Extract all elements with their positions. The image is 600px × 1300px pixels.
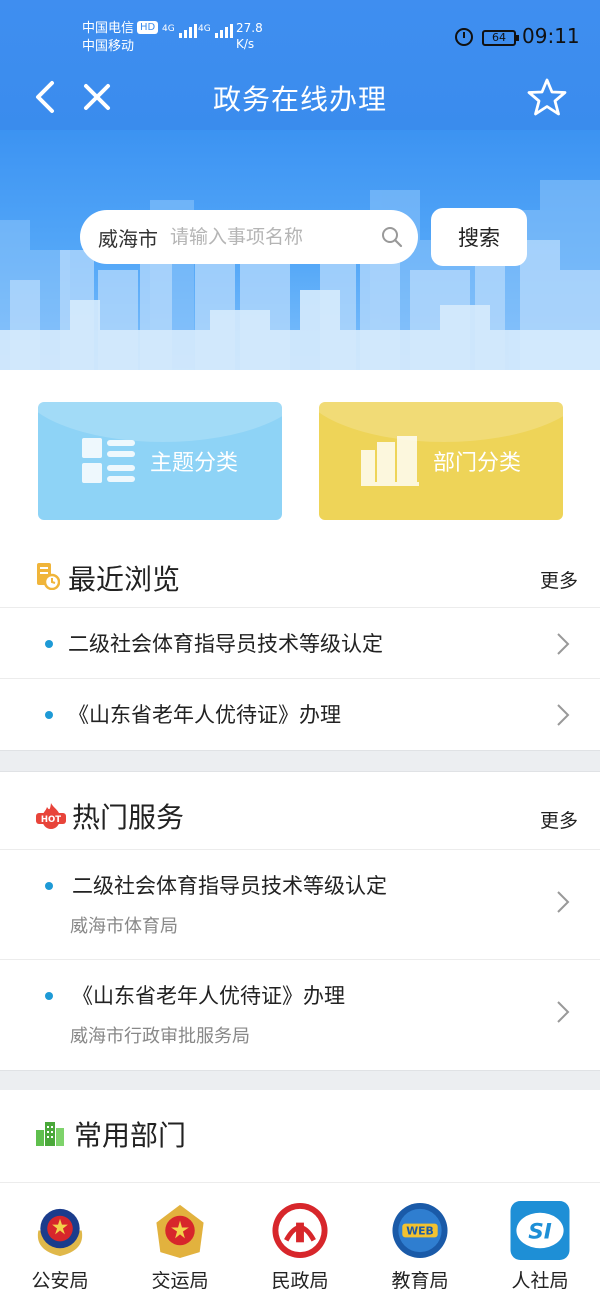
carrier-2: 中国移动 [82, 39, 135, 54]
dept-name: 交运局 [151, 1270, 209, 1292]
dept-social-security[interactable]: SI 人社局 [480, 1183, 600, 1293]
recent-item[interactable]: 二级社会体育指导员技术等级认定 [0, 608, 600, 679]
theme-category-card[interactable]: 主题分类 [38, 402, 282, 520]
theme-category-label: 主题分类 [149, 451, 238, 476]
hot-more-link[interactable]: 更多 [540, 806, 578, 833]
grid-list-icon [81, 438, 135, 483]
common-departments-section: 常用部门 公安局 交运局 民政局 WEB 教育局 SI 人社局 [0, 1090, 600, 1300]
category-cards: 主题分类 部门分类 [0, 370, 600, 546]
recent-section: 最近浏览 更多 二级社会体育指导员技术等级认定 《山东省老年人优待证》办理 [0, 546, 600, 750]
chevron-right-icon [557, 891, 570, 913]
search-banner: 威海市 搜索 [0, 130, 600, 370]
speed-value: 27.8 [236, 21, 263, 35]
hot-service-label: 二级社会体育指导员技术等级认定 [72, 874, 387, 898]
recent-header: 最近浏览 更多 [0, 546, 600, 608]
search-icon[interactable] [380, 225, 404, 249]
hot-header: HOT 热门服务 更多 [0, 772, 600, 850]
dept-name: 教育局 [391, 1270, 449, 1292]
dept-name: 人社局 [511, 1270, 569, 1292]
depts-title: 常用部门 [74, 1119, 187, 1152]
hot-flame-icon: HOT [36, 803, 66, 829]
police-emblem-icon [37, 1208, 83, 1257]
dept-civil-affairs[interactable]: 民政局 [240, 1183, 360, 1293]
network-2-label: 4G [198, 24, 211, 34]
section-divider [0, 1070, 600, 1092]
dept-category-label: 部门分类 [432, 451, 521, 476]
battery-icon: 64 [482, 30, 519, 46]
svg-text:WEB: WEB [406, 1224, 434, 1237]
dept-name: 民政局 [271, 1270, 329, 1292]
hot-service-label: 《山东省老年人优待证》办理 [72, 984, 345, 1008]
recent-item-label: 《山东省老年人优待证》办理 [68, 703, 341, 727]
page-title: 政务在线办理 [212, 83, 387, 116]
social-security-logo-icon: SI [510, 1201, 570, 1260]
signal-1-icon: 4G [162, 24, 197, 38]
hot-service-item[interactable]: 《山东省老年人优待证》办理 威海市行政审批服务局 [0, 960, 600, 1070]
search-input[interactable] [170, 226, 370, 248]
recent-item[interactable]: 《山东省老年人优待证》办理 [0, 679, 600, 750]
chevron-right-icon [557, 704, 570, 726]
depts-header: 常用部门 [0, 1090, 600, 1166]
bullet-dot [45, 882, 53, 890]
top-bar: 中国电信 HD 中国移动 4G 4G 27.8 K/s 64 09:11 政务在… [0, 0, 600, 130]
bullet-dot [45, 992, 53, 1000]
network-speed: 27.8 K/s [236, 20, 263, 52]
chevron-right-icon [557, 1001, 570, 1023]
signal-2-icon: 4G [198, 24, 233, 38]
search-bar[interactable]: 威海市 [80, 210, 418, 264]
recent-item-label: 二级社会体育指导员技术等级认定 [68, 632, 383, 656]
buildings-icon [360, 436, 419, 486]
title-bar: 政务在线办理 [0, 64, 600, 130]
dept-transport[interactable]: 交运局 [120, 1183, 240, 1293]
civil-affairs-logo-icon [272, 1202, 328, 1259]
chevron-right-icon [557, 633, 570, 655]
svg-text:SI: SI [528, 1219, 552, 1244]
dept-police[interactable]: 公安局 [0, 1183, 120, 1293]
hot-title: 热门服务 [72, 801, 185, 834]
city-selector[interactable]: 威海市 [98, 223, 158, 252]
search-button[interactable]: 搜索 [431, 208, 527, 266]
dept-education[interactable]: WEB 教育局 [360, 1183, 480, 1293]
favorite-button[interactable] [524, 74, 570, 120]
hot-service-dept: 威海市体育局 [70, 916, 178, 937]
hot-services-section: HOT 热门服务 更多 二级社会体育指导员技术等级认定 威海市体育局 《山东省老… [0, 772, 600, 1070]
status-bar: 中国电信 HD 中国移动 4G 4G 27.8 K/s 64 09:11 [0, 0, 600, 64]
recent-more-link[interactable]: 更多 [540, 566, 578, 593]
dept-name: 公安局 [31, 1270, 89, 1292]
carrier-info: 中国电信 HD 中国移动 [82, 20, 159, 56]
bullet-dot [45, 640, 53, 648]
hd-badge: HD [137, 21, 159, 34]
alarm-icon [455, 28, 473, 46]
carrier-1: 中国电信 [82, 21, 135, 36]
department-grid: 公安局 交运局 民政局 WEB 教育局 SI 人社局 [0, 1182, 600, 1292]
star-icon [527, 78, 567, 116]
dept-category-card[interactable]: 部门分类 [319, 402, 563, 520]
speed-unit: K/s [236, 37, 255, 51]
transport-emblem-icon [156, 1204, 204, 1259]
department-buildings-icon [36, 1122, 64, 1146]
education-web-logo-icon: WEB [392, 1202, 448, 1259]
svg-text:HOT: HOT [41, 815, 61, 825]
hot-service-item[interactable]: 二级社会体育指导员技术等级认定 威海市体育局 [0, 850, 600, 960]
network-1-label: 4G [162, 24, 175, 34]
hot-service-dept: 威海市行政审批服务局 [70, 1026, 250, 1047]
bullet-dot [45, 711, 53, 719]
recent-history-icon [37, 563, 60, 590]
recent-title: 最近浏览 [68, 563, 181, 596]
section-divider [0, 750, 600, 772]
clock: 09:11 [522, 24, 580, 48]
